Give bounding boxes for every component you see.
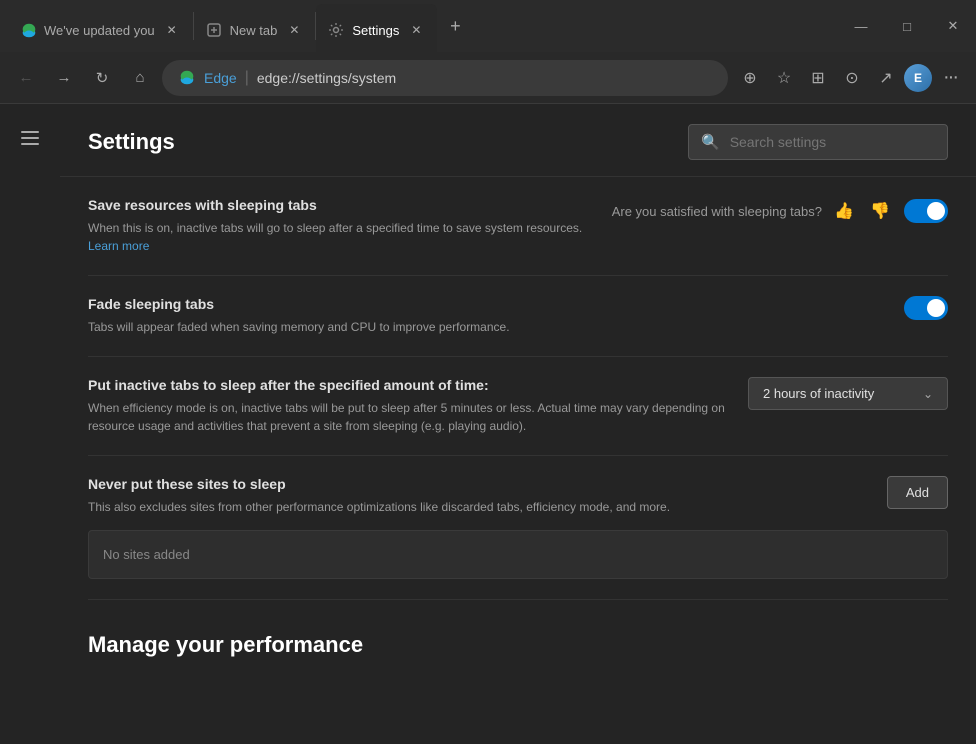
tab2-favicon — [206, 22, 222, 38]
toolbar-actions: ⊕ ☆ ⊞ ⊙ ↗ E ··· — [734, 62, 966, 94]
add-site-button[interactable]: Add — [887, 476, 948, 509]
address-separator: | — [245, 69, 249, 87]
no-sites-box: No sites added — [88, 530, 948, 579]
tab1-favicon — [20, 22, 36, 38]
tab-settings[interactable]: Settings ✕ — [316, 4, 437, 56]
home-button[interactable]: ⌂ — [124, 62, 156, 94]
fade-sleeping-left: Fade sleeping tabs Tabs will appear fade… — [88, 296, 888, 336]
inactivity-dropdown[interactable]: 2 hours of inactivity ⌄ — [748, 377, 948, 410]
inactivity-selected: 2 hours of inactivity — [763, 386, 874, 401]
tab-updated[interactable]: We've updated you ✕ — [8, 4, 193, 56]
new-tab-button[interactable]: + — [437, 0, 473, 52]
fade-sleeping-row: Fade sleeping tabs Tabs will appear fade… — [88, 276, 948, 357]
search-box[interactable]: 🔍 — [688, 124, 948, 160]
profile-avatar[interactable]: E — [904, 64, 932, 92]
settings-title: Settings — [88, 129, 175, 155]
tab3-close[interactable]: ✕ — [407, 21, 425, 39]
save-resources-toggle[interactable] — [904, 199, 948, 223]
fade-sleeping-label: Fade sleeping tabs — [88, 296, 888, 312]
sleeping-tabs-section: Save resources with sleeping tabs When t… — [60, 177, 976, 600]
minimize-button[interactable]: — — [838, 0, 884, 52]
address-url: edge://settings/system — [257, 70, 396, 86]
browser-brand: Edge — [204, 70, 237, 86]
thumbdown-button[interactable]: 👎 — [866, 197, 894, 225]
inactive-sleep-label: Put inactive tabs to sleep after the spe… — [88, 377, 732, 393]
titlebar: We've updated you ✕ New tab ✕ Settings ✕… — [0, 0, 976, 52]
manage-performance-title: Manage your performance — [88, 632, 948, 658]
fade-sleeping-header: Fade sleeping tabs Tabs will appear fade… — [88, 296, 948, 336]
never-sleep-header: Never put these sites to sleep This also… — [88, 476, 948, 516]
address-field[interactable]: Edge | edge://settings/system — [162, 60, 728, 96]
fade-sleeping-right — [904, 296, 948, 320]
inactive-sleep-left: Put inactive tabs to sleep after the spe… — [88, 377, 732, 435]
share-button[interactable]: ↗ — [870, 62, 902, 94]
save-resources-label: Save resources with sleeping tabs — [88, 197, 596, 213]
settings-header: Settings 🔍 — [60, 104, 976, 177]
save-resources-right: Are you satisfied with sleeping tabs? 👍 … — [612, 197, 948, 225]
tab-newtab[interactable]: New tab ✕ — [194, 4, 316, 56]
no-sites-label: No sites added — [103, 547, 190, 562]
favorites-button[interactable]: ☆ — [768, 62, 800, 94]
save-resources-row: Save resources with sleeping tabs When t… — [88, 177, 948, 276]
settings-content: Settings 🔍 Save resources with sleeping … — [60, 104, 976, 744]
fade-sleeping-desc: Tabs will appear faded when saving memor… — [88, 318, 888, 336]
back-button[interactable]: ← — [10, 62, 42, 94]
tab1-title: We've updated you — [44, 23, 155, 38]
fade-sleeping-toggle[interactable] — [904, 296, 948, 320]
satisfaction-label: Are you satisfied with sleeping tabs? — [612, 204, 822, 219]
inactive-sleep-desc: When efficiency mode is on, inactive tab… — [88, 399, 732, 435]
hamburger-line-1 — [21, 131, 39, 133]
shield-button[interactable]: ⊙ — [836, 62, 868, 94]
inactive-sleep-row: Put inactive tabs to sleep after the spe… — [88, 357, 948, 456]
hamburger-line-2 — [21, 137, 39, 139]
never-sleep-row: Never put these sites to sleep This also… — [88, 456, 948, 600]
collections-button[interactable]: ⊞ — [802, 62, 834, 94]
tab2-close[interactable]: ✕ — [285, 21, 303, 39]
close-button[interactable]: ✕ — [930, 0, 976, 52]
add-to-favorites-button[interactable]: ⊕ — [734, 62, 766, 94]
search-input[interactable] — [730, 134, 935, 150]
never-sleep-desc: This also excludes sites from other perf… — [88, 498, 871, 516]
save-resources-desc: When this is on, inactive tabs will go t… — [88, 219, 596, 255]
search-icon: 🔍 — [701, 133, 720, 151]
satisfaction-area: Are you satisfied with sleeping tabs? 👍 … — [612, 197, 894, 225]
manage-performance-section: Manage your performance — [60, 600, 976, 678]
inactive-sleep-header: Put inactive tabs to sleep after the spe… — [88, 377, 948, 435]
tab3-favicon — [328, 22, 344, 38]
sidebar-toggle[interactable] — [12, 120, 48, 156]
save-resources-header: Save resources with sleeping tabs When t… — [88, 197, 948, 255]
forward-button[interactable]: → — [48, 62, 80, 94]
never-sleep-label: Never put these sites to sleep — [88, 476, 871, 492]
hamburger-line-3 — [21, 143, 39, 145]
maximize-button[interactable]: □ — [884, 0, 930, 52]
save-resources-desc-text: When this is on, inactive tabs will go t… — [88, 221, 582, 235]
tab3-title: Settings — [352, 23, 399, 38]
tab1-close[interactable]: ✕ — [163, 21, 181, 39]
tab2-title: New tab — [230, 23, 278, 38]
learn-more-link[interactable]: Learn more — [88, 239, 149, 253]
never-sleep-left: Never put these sites to sleep This also… — [88, 476, 871, 516]
more-button[interactable]: ··· — [934, 62, 966, 94]
thumbup-button[interactable]: 👍 — [830, 197, 858, 225]
save-resources-left: Save resources with sleeping tabs When t… — [88, 197, 596, 255]
settings-sidebar — [0, 104, 60, 744]
main-area: Settings 🔍 Save resources with sleeping … — [0, 104, 976, 744]
refresh-button[interactable]: ↻ — [86, 62, 118, 94]
never-sleep-right: Add — [887, 476, 948, 509]
dropdown-arrow-icon: ⌄ — [923, 387, 933, 401]
addressbar: ← → ↻ ⌂ Edge | edge://settings/system ⊕ … — [0, 52, 976, 104]
window-controls: — □ ✕ — [838, 0, 976, 52]
inactive-sleep-right: 2 hours of inactivity ⌄ — [748, 377, 948, 410]
